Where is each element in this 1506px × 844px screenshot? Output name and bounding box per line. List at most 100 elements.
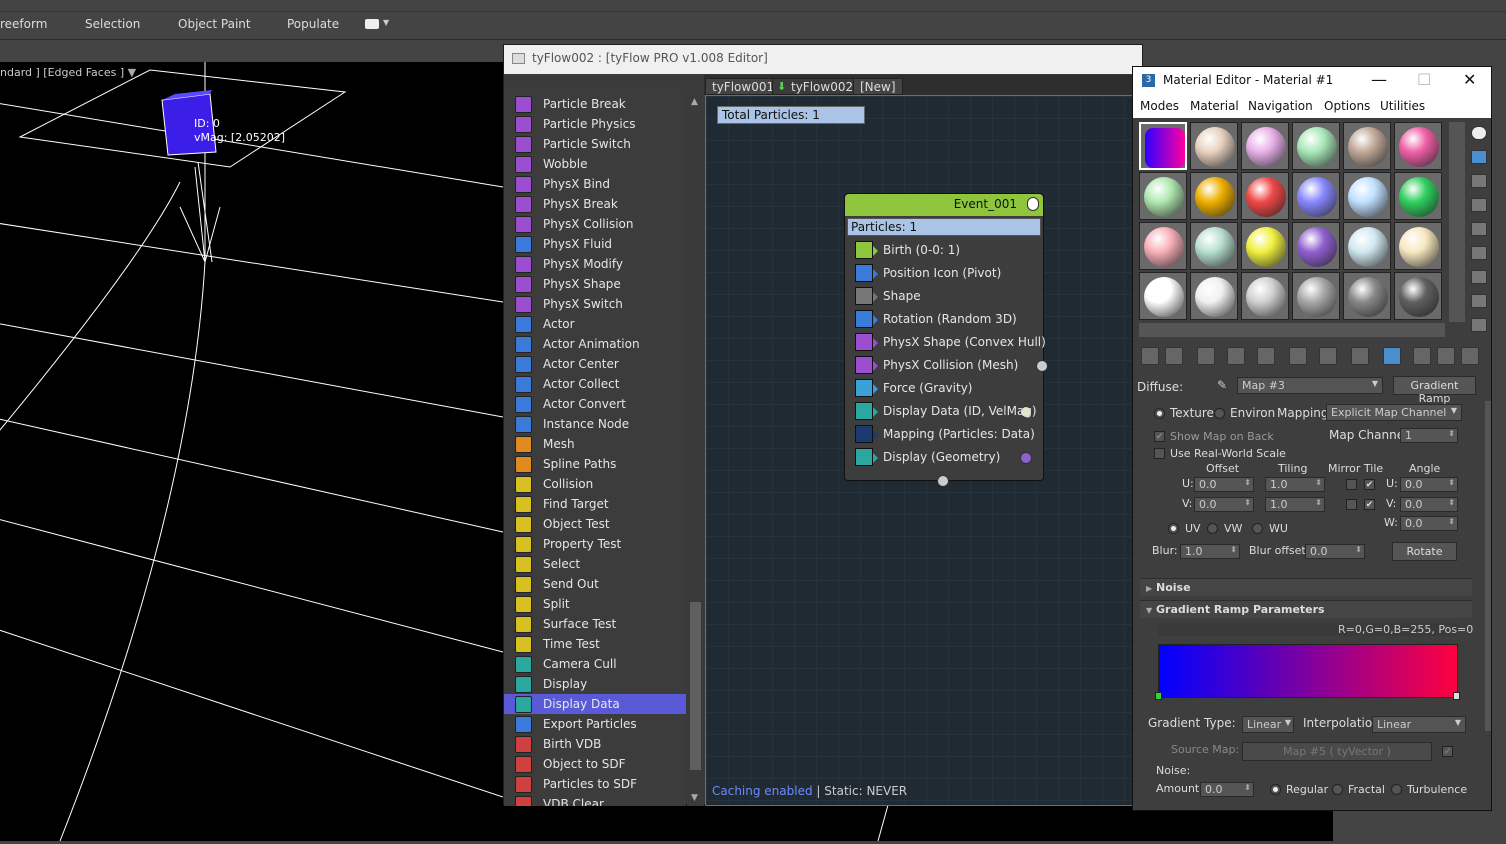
noise-rollout[interactable]: ▶ Noise xyxy=(1140,578,1472,596)
put-to-library-icon[interactable] xyxy=(1289,347,1307,365)
event-operator[interactable]: PhysX Collision (Mesh) xyxy=(853,355,1039,377)
map-channel-spinner[interactable]: 1 xyxy=(1400,428,1458,443)
material-slot[interactable] xyxy=(1292,172,1340,220)
event-operator[interactable]: Force (Gravity) xyxy=(853,378,1039,400)
uv-radio[interactable] xyxy=(1168,523,1179,534)
operator-item[interactable]: PhysX Fluid xyxy=(504,234,686,254)
operator-item[interactable]: Instance Node xyxy=(504,414,686,434)
operator-item[interactable]: VDB Clear xyxy=(504,794,686,806)
rotate-button[interactable]: Rotate xyxy=(1392,542,1457,561)
u-mirror-checkbox[interactable] xyxy=(1346,479,1357,490)
tab-tyflow001[interactable]: tyFlow001 xyxy=(705,78,782,95)
map-name-field[interactable]: Map #3 ▼ xyxy=(1237,377,1383,394)
operator-item[interactable]: Actor Convert xyxy=(504,394,686,414)
tyflow-title-bar[interactable]: tyFlow002 : [tyFlow PRO v1.008 Editor] xyxy=(504,45,1142,74)
scroll-down-icon[interactable]: ▼ xyxy=(691,793,698,803)
source-map-checkbox[interactable]: ✔ xyxy=(1442,746,1453,757)
caching-enabled-link[interactable]: Caching enabled xyxy=(712,784,813,798)
maximize-icon[interactable]: ☐ xyxy=(1417,70,1431,89)
material-slot[interactable] xyxy=(1292,272,1340,320)
ribbon-options-icon[interactable] xyxy=(365,19,379,29)
blur-spinner[interactable]: 1.0 xyxy=(1180,544,1240,559)
mapping-dropdown[interactable]: Explicit Map Channel ▼ xyxy=(1326,404,1462,421)
put-to-scene-icon[interactable] xyxy=(1165,347,1183,365)
operator-item[interactable]: Time Test xyxy=(504,634,686,654)
amount-spinner[interactable]: 0.0 xyxy=(1200,782,1254,797)
material-navigator-icon[interactable] xyxy=(1471,318,1487,332)
sample-type-icon[interactable] xyxy=(1471,126,1487,140)
operator-item[interactable]: Select xyxy=(504,554,686,574)
event-header[interactable]: Event_001 xyxy=(845,194,1043,216)
menu-utilities[interactable]: Utilities xyxy=(1380,99,1425,113)
scroll-up-icon[interactable]: ▲ xyxy=(691,97,698,107)
operator-item[interactable]: Collision xyxy=(504,474,686,494)
v-tiling-spinner[interactable]: 1.0 xyxy=(1265,497,1325,512)
operator-item[interactable]: PhysX Collision xyxy=(504,214,686,234)
operator-item[interactable]: Spline Paths xyxy=(504,454,686,474)
ribbon-tab-freeform[interactable]: reeform xyxy=(0,17,47,31)
operator-item[interactable]: Split xyxy=(504,594,686,614)
v-offset-spinner[interactable]: 0.0 xyxy=(1194,497,1254,512)
event-operator[interactable]: Mapping (Particles: Data) xyxy=(853,424,1039,446)
operator-item[interactable]: Surface Test xyxy=(504,614,686,634)
slot-scrollbar[interactable] xyxy=(1449,122,1465,322)
tab-new[interactable]: [New] xyxy=(853,78,903,95)
ribbon-tab-populate[interactable]: Populate xyxy=(287,17,339,31)
viewport[interactable] xyxy=(0,62,503,841)
regular-radio[interactable] xyxy=(1270,784,1281,795)
material-slot[interactable] xyxy=(1241,272,1289,320)
minimize-icon[interactable]: — xyxy=(1371,70,1387,89)
material-slot[interactable] xyxy=(1394,122,1442,170)
u-tiling-spinner[interactable]: 1.0 xyxy=(1265,477,1325,492)
operator-item[interactable]: Wobble xyxy=(504,154,686,174)
go-to-parent-icon[interactable] xyxy=(1437,347,1455,365)
blur-offset-spinner[interactable]: 0.0 xyxy=(1305,544,1365,559)
material-slot[interactable] xyxy=(1394,272,1442,320)
operator-item[interactable]: PhysX Modify xyxy=(504,254,686,274)
viewport-label[interactable]: ndard ] [Edged Faces ] ▼ xyxy=(0,66,136,79)
uv-tiling-icon[interactable] xyxy=(1471,198,1487,212)
material-slot[interactable] xyxy=(1139,222,1187,270)
v-mirror-checkbox[interactable] xyxy=(1346,499,1357,510)
event-operator[interactable]: PhysX Shape (Convex Hull) xyxy=(853,332,1046,354)
operator-item[interactable]: Particle Physics xyxy=(504,114,686,134)
operator-item[interactable]: Send Out xyxy=(504,574,686,594)
event-node[interactable]: Event_001 Particles: 1 Birth (0-0: 1) Pos… xyxy=(844,193,1048,487)
operator-item[interactable]: PhysX Switch xyxy=(504,294,686,314)
operator-item[interactable]: Object to SDF xyxy=(504,754,686,774)
event-input-socket[interactable] xyxy=(937,475,949,487)
get-material-icon[interactable] xyxy=(1141,347,1159,365)
operator-item[interactable]: Export Particles xyxy=(504,714,686,734)
operator-item[interactable]: Actor Animation xyxy=(504,334,686,354)
material-slot[interactable] xyxy=(1394,222,1442,270)
texture-radio[interactable] xyxy=(1154,408,1165,419)
fractal-radio[interactable] xyxy=(1332,784,1343,795)
operator-item[interactable]: PhysX Shape xyxy=(504,274,686,294)
close-icon[interactable]: ✕ xyxy=(1463,70,1476,89)
material-slot[interactable] xyxy=(1190,272,1238,320)
assign-material-icon[interactable] xyxy=(1197,347,1215,365)
material-id-icon[interactable] xyxy=(1351,347,1369,365)
operator-item[interactable]: Birth VDB xyxy=(504,734,686,754)
chevron-down-icon[interactable]: ▼ xyxy=(383,18,389,27)
u-angle-spinner[interactable]: 0.0 xyxy=(1400,477,1458,492)
operator-item[interactable]: Camera Cull xyxy=(504,654,686,674)
menu-modes[interactable]: Modes xyxy=(1140,99,1179,113)
delete-icon[interactable] xyxy=(1227,347,1245,365)
menu-navigation[interactable]: Navigation xyxy=(1248,99,1313,113)
save-icon[interactable] xyxy=(1319,347,1337,365)
material-editor-title-bar[interactable]: 3 Material Editor - Material #1 — ☐ ✕ xyxy=(1133,67,1491,96)
material-slot[interactable] xyxy=(1343,222,1391,270)
operator-item[interactable]: PhysX Bind xyxy=(504,174,686,194)
operator-item[interactable]: Actor Collect xyxy=(504,374,686,394)
event-operator[interactable]: Birth (0-0: 1) xyxy=(853,240,1039,262)
v-angle-spinner[interactable]: 0.0 xyxy=(1400,497,1458,512)
scrollbar-thumb[interactable] xyxy=(690,602,701,770)
operator-item[interactable]: Particle Break xyxy=(504,94,686,114)
use-real-world-checkbox[interactable] xyxy=(1154,448,1165,459)
gradient-ramp-rollout[interactable]: ▼ Gradient Ramp Parameters xyxy=(1140,600,1472,618)
source-map-button[interactable]: Map #5 ( tyVector ) xyxy=(1242,742,1432,761)
event-operator[interactable]: Position Icon (Pivot) xyxy=(853,263,1039,285)
material-slot[interactable] xyxy=(1292,222,1340,270)
event-operator[interactable]: Display (Geometry) xyxy=(853,447,1039,469)
